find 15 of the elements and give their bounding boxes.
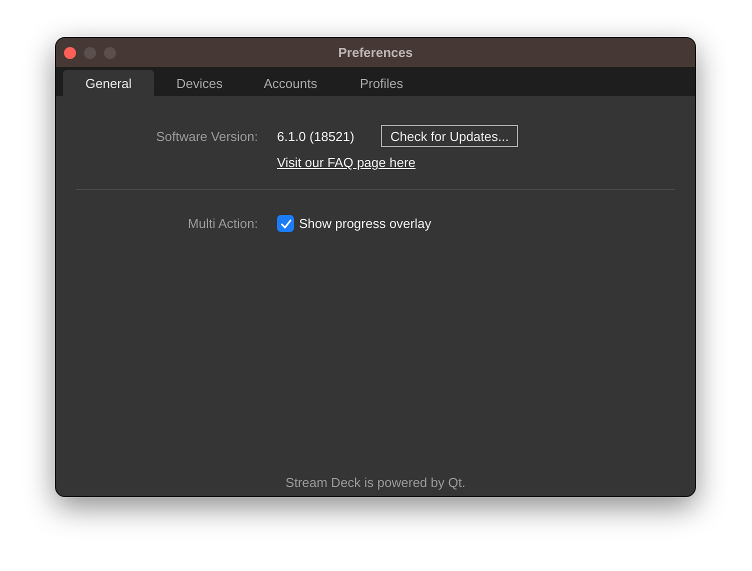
- tab[interactable]: General: [63, 70, 154, 96]
- checkbox[interactable]: [277, 215, 294, 232]
- footer-text: Stream Deck is powered by Qt.: [286, 475, 466, 490]
- tab[interactable]: Profiles: [336, 70, 427, 96]
- tab[interactable]: Accounts: [245, 70, 336, 96]
- window-title: Preferences: [338, 45, 413, 60]
- tab[interactable]: Devices: [154, 70, 245, 96]
- field-label: Multi Action:: [188, 216, 258, 231]
- checkbox-label: Show progress overlay: [299, 216, 432, 231]
- version-text: 6.1.0 (18521): [277, 128, 354, 144]
- check-icon: [280, 218, 292, 230]
- field-label: Software Version:: [156, 128, 258, 144]
- close-icon[interactable]: [64, 46, 76, 58]
- faq-link[interactable]: Visit our FAQ page here: [277, 155, 416, 170]
- check-updates-button[interactable]: Check for Updates...: [381, 125, 518, 147]
